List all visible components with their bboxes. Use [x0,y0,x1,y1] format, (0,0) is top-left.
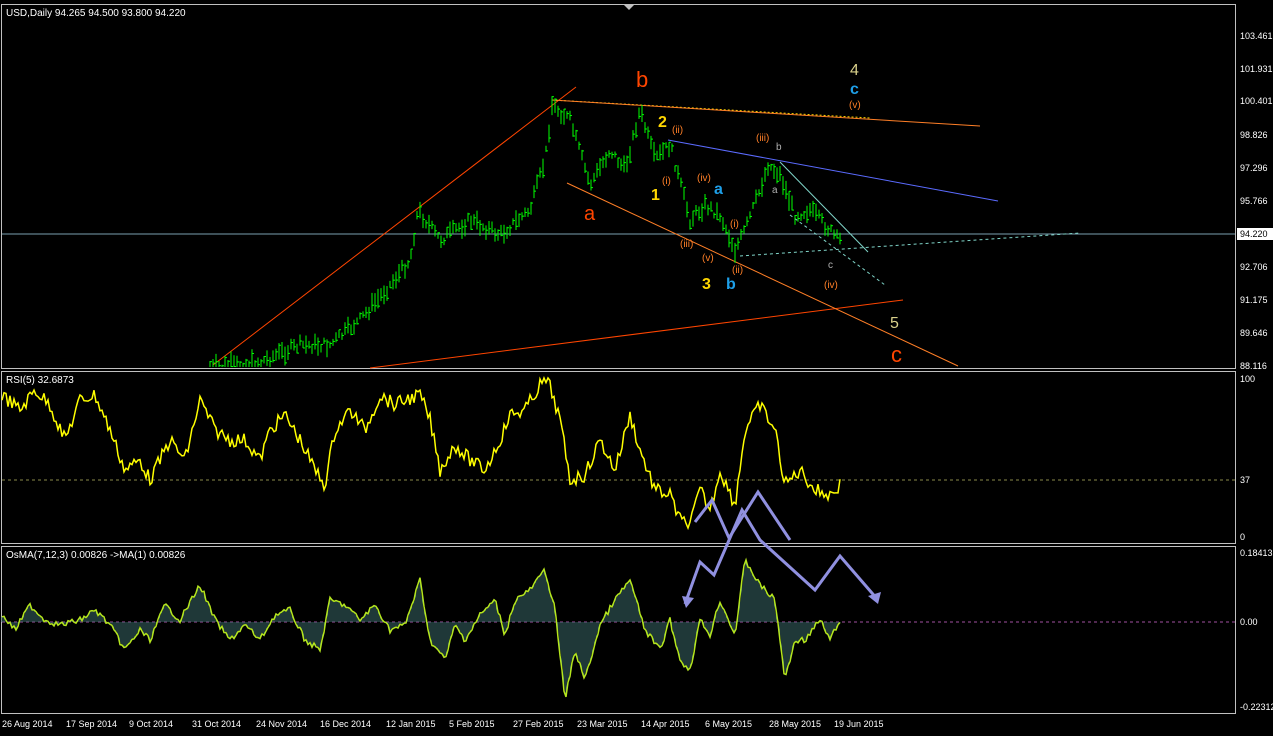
wave-label-5: 5 [890,315,899,332]
x-tick: 31 Oct 2014 [192,719,241,729]
y-tick: 101.931 [1240,64,1273,74]
price-panel[interactable] [1,4,1236,369]
wave-label-c-big: c [891,342,902,367]
x-tick: 14 Apr 2015 [641,719,690,729]
wave-label-a-big: a [584,203,596,225]
chart-window[interactable]: USD,Daily 94.265 94.500 93.800 94.220 RS… [0,0,1273,736]
wave-label-b-big: b [636,67,648,92]
osma-y-axis: 0.18413 0.00 -0.22312 [1240,548,1273,712]
wave-label-i-mid: (i) [662,176,671,187]
x-tick: 28 May 2015 [769,719,821,729]
x-axis: 26 Aug 2014 17 Sep 2014 9 Oct 2014 31 Oc… [2,719,884,729]
wave-label-iii-low: (iii) [680,239,693,250]
wave-label-v-top: (v) [849,100,861,111]
wave-label-ii-low: (ii) [732,265,743,276]
y-tick: 103.461 [1240,31,1273,41]
x-tick: 5 Feb 2015 [449,719,495,729]
x-tick: 26 Aug 2014 [2,719,53,729]
rsi-tick: 100 [1240,374,1255,384]
osma-tick: -0.22312 [1240,702,1273,712]
x-tick: 16 Dec 2014 [320,719,371,729]
y-tick: 92.706 [1240,262,1268,272]
price-header: USD,Daily 94.265 94.500 93.800 94.220 [6,8,186,19]
x-tick: 9 Oct 2014 [129,719,173,729]
x-tick: 27 Feb 2015 [513,719,564,729]
wave-label-b-small: b [776,142,782,153]
rsi-tick: 37 [1240,475,1250,485]
y-tick: 97.296 [1240,163,1268,173]
y-tick: 91.175 [1240,295,1268,305]
x-tick: 24 Nov 2014 [256,719,307,729]
x-tick: 23 Mar 2015 [577,719,628,729]
wave-label-v-low: (v) [702,253,714,264]
wave-label-a-small: a [772,185,778,196]
x-tick: 12 Jan 2015 [386,719,436,729]
wave-label-c-small: c [828,260,833,271]
wave-label-c-blue: c [850,81,859,98]
rsi-header: RSI(5) 32.6873 [6,375,74,386]
x-tick: 17 Sep 2014 [66,719,117,729]
wave-label-a-blue: a [714,181,723,198]
osma-panel[interactable] [1,546,1236,714]
rsi-tick: 0 [1240,532,1245,542]
current-price-label: 94.220 [1240,229,1268,239]
y-tick: 100.401 [1240,96,1273,106]
wave-label-iii-right: (iii) [756,133,769,144]
wave-label-i-right: (i) [730,219,739,230]
osma-tick: 0.18413 [1240,548,1273,558]
y-tick: 95.766 [1240,196,1268,206]
y-tick: 98.826 [1240,130,1268,140]
rsi-y-axis: 100 37 0 [1240,374,1255,542]
price-y-axis: 103.461 101.931 100.401 98.826 97.296 95… [1240,31,1273,371]
x-tick: 6 May 2015 [705,719,752,729]
y-tick: 89.646 [1240,328,1268,338]
wave-label-2: 2 [658,114,667,131]
wave-label-4: 4 [850,62,859,79]
osma-header: OsMA(7,12,3) 0.00826 ->MA(1) 0.00826 [6,550,186,561]
wave-label-iv-low: (iv) [824,280,838,291]
wave-label-ii-top: (ii) [672,125,683,136]
wave-label-b-blue: b [726,276,736,293]
osma-tick: 0.00 [1240,617,1258,627]
rsi-panel[interactable] [1,371,1236,544]
x-tick: 19 Jun 2015 [834,719,884,729]
wave-label-3: 3 [702,276,711,293]
wave-label-iv-mid: (iv) [697,173,711,184]
y-tick: 88.116 [1240,361,1267,371]
wave-label-1: 1 [651,187,660,204]
